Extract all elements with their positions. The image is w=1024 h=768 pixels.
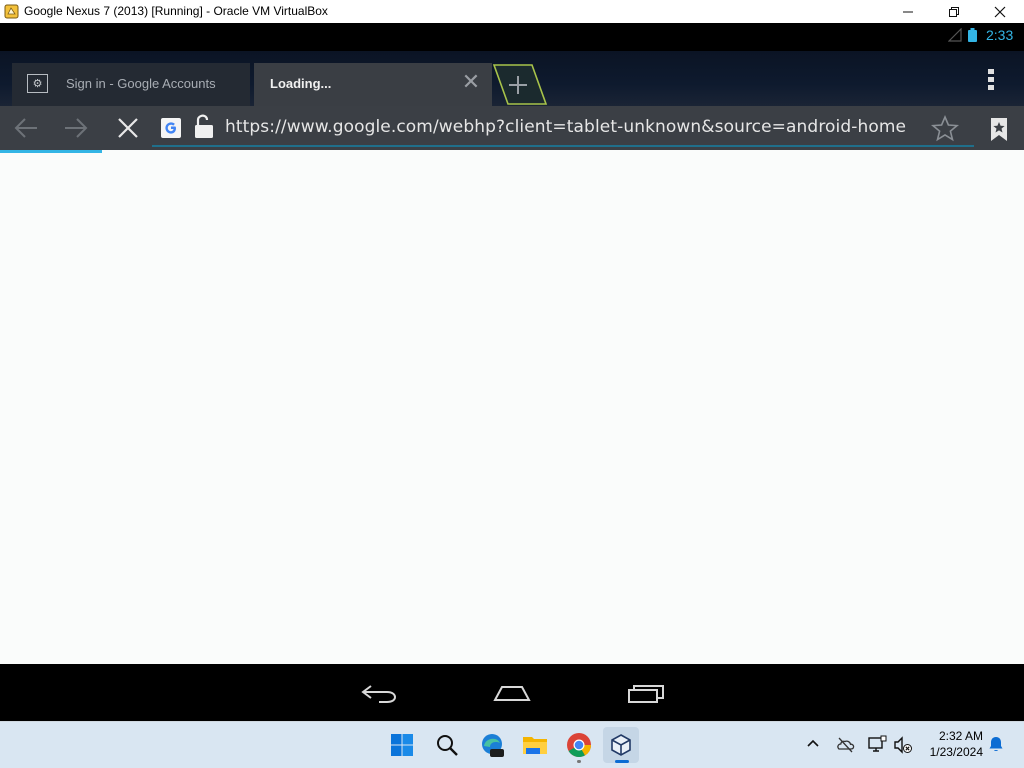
onedrive-offline-icon[interactable] xyxy=(835,734,855,754)
overflow-menu-icon[interactable] xyxy=(984,67,998,93)
new-tab-button[interactable] xyxy=(492,63,548,106)
forward-arrow-icon[interactable] xyxy=(61,113,91,143)
android-back-icon[interactable] xyxy=(359,680,399,706)
tab-close-icon[interactable]: ✕ xyxy=(460,72,482,94)
edge-preview-button[interactable] xyxy=(474,727,510,763)
start-button[interactable] xyxy=(384,727,420,763)
minimize-icon xyxy=(903,11,913,12)
window-title: Google Nexus 7 (2013) [Running] - Oracle… xyxy=(24,4,328,18)
chrome-running-indicator xyxy=(577,760,581,763)
status-bar-clock: 2:33 xyxy=(986,27,1014,43)
network-icon[interactable] xyxy=(867,734,887,754)
restore-button[interactable] xyxy=(931,0,977,23)
stop-loading-icon[interactable] xyxy=(113,113,143,143)
volume-muted-icon[interactable] xyxy=(893,735,913,755)
file-explorer-icon xyxy=(523,737,547,754)
notification-bell-icon[interactable] xyxy=(987,735,1005,753)
signal-icon xyxy=(948,28,962,42)
chrome-button[interactable] xyxy=(561,727,597,763)
taskbar-clock-time[interactable]: 2:32 AM xyxy=(925,729,983,743)
android-status-bar xyxy=(0,23,1024,51)
unlocked-lock-icon xyxy=(195,114,213,138)
search-icon xyxy=(437,735,458,756)
star-bookmark-icon[interactable] xyxy=(930,114,960,144)
android-home-icon[interactable] xyxy=(492,680,532,706)
windows-start-icon xyxy=(391,734,413,756)
android-recent-apps-icon[interactable] xyxy=(626,680,666,706)
virtualbox-app-icon xyxy=(4,4,19,19)
tab-title: Sign in - Google Accounts xyxy=(66,76,216,91)
restore-icon xyxy=(949,6,959,17)
close-window-button[interactable] xyxy=(977,0,1023,23)
taskbar-clock-date[interactable]: 1/23/2024 xyxy=(919,745,983,759)
google-accounts-icon: ⚙ xyxy=(27,74,48,93)
web-page-content[interactable] xyxy=(0,153,1024,664)
chevron-up-icon[interactable] xyxy=(804,735,822,753)
virtualbox-active-indicator xyxy=(615,760,629,763)
address-bar-underline xyxy=(152,145,974,147)
address-bar-url[interactable]: https://www.google.com/webhp?client=tabl… xyxy=(225,117,906,137)
file-explorer-button[interactable] xyxy=(517,727,553,763)
virtualbox-icon xyxy=(611,734,631,756)
back-arrow-icon[interactable] xyxy=(11,113,41,143)
battery-icon xyxy=(968,28,977,42)
chrome-icon xyxy=(567,733,591,758)
bookmarks-icon[interactable] xyxy=(984,114,1014,144)
minimize-button[interactable] xyxy=(885,0,931,23)
google-favicon-icon xyxy=(161,118,181,138)
close-icon xyxy=(994,6,1006,17)
virtualbox-taskbar-button[interactable] xyxy=(603,727,639,763)
tab-title: Loading... xyxy=(270,76,332,91)
taskbar-search-button[interactable] xyxy=(429,727,465,763)
edge-icon xyxy=(482,734,504,757)
